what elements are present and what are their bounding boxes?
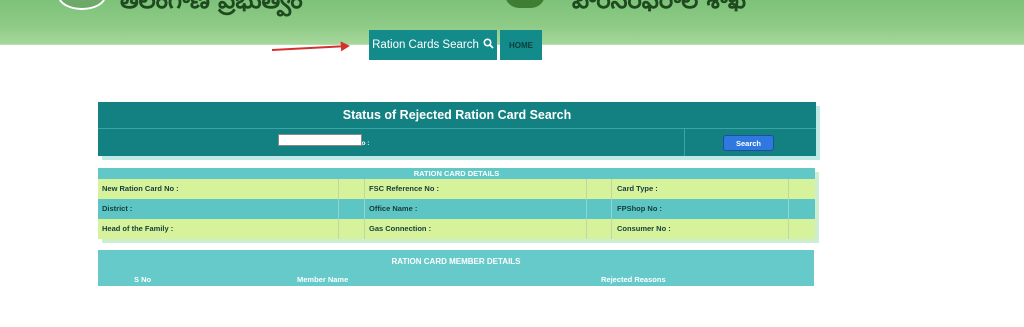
ration-card-no-input[interactable] <box>278 134 362 146</box>
cell-divider <box>788 179 789 199</box>
panel-divider <box>98 128 816 129</box>
ration-card-details-table: RATION CARD DETAILS New Ration Card No :… <box>98 168 815 239</box>
department-logo <box>505 0 545 8</box>
details-row: Head of the Family : Gas Connection : Co… <box>98 219 815 239</box>
state-emblem-logo <box>58 0 106 10</box>
details-row: New Ration Card No : FSC Reference No : … <box>98 179 815 199</box>
search-button[interactable]: Search <box>723 135 774 151</box>
annotation-arrow-nav <box>271 45 348 51</box>
details-row: District : Office Name : FPShop No : <box>98 199 815 219</box>
fpshop-no-label: FPShop No : <box>617 204 662 213</box>
office-name-label: Office Name : <box>369 204 418 213</box>
cell-divider <box>338 199 339 219</box>
cell-divider <box>586 179 587 199</box>
home-label: HOME <box>509 40 533 50</box>
column-header-s-no: S No <box>134 275 152 284</box>
ration-cards-search-button[interactable]: Ration Cards Search <box>369 30 497 60</box>
cell-divider <box>611 179 612 199</box>
ration-cards-search-label: Ration Cards Search <box>372 39 479 51</box>
home-button[interactable]: HOME <box>500 30 542 60</box>
gas-connection-label: Gas Connection : <box>369 224 432 233</box>
cell-divider <box>611 219 612 239</box>
member-details-table: RATION CARD MEMBER DETAILS S No Member N… <box>98 250 814 286</box>
district-label: District : <box>102 204 133 213</box>
cell-divider <box>586 219 587 239</box>
cell-divider <box>788 199 789 219</box>
card-type-label: Card Type : <box>617 184 658 193</box>
fsc-reference-no-label: FSC Reference No : <box>369 184 440 193</box>
search-icon <box>483 38 494 52</box>
cell-divider <box>586 199 587 219</box>
cell-divider <box>338 179 339 199</box>
details-heading: RATION CARD DETAILS <box>98 168 815 179</box>
rejected-search-panel: Status of Rejected Ration Card Search Ra… <box>98 102 816 156</box>
cell-divider <box>338 219 339 239</box>
cell-divider <box>364 219 365 239</box>
cell-divider <box>611 199 612 219</box>
member-details-heading: RATION CARD MEMBER DETAILS <box>391 257 521 266</box>
column-header-member-name: Member Name <box>297 275 349 284</box>
cell-divider <box>364 179 365 199</box>
head-of-family-label: Head of the Family : <box>102 224 174 233</box>
panel-column-divider <box>684 129 685 156</box>
new-ration-card-no-label: New Ration Card No : <box>102 184 179 193</box>
column-header-rejected-reasons: Rejected Reasons <box>601 275 666 284</box>
banner-title-left: తెలంగాణ ప్రభుత్వం <box>120 0 303 14</box>
panel-title: Status of Rejected Ration Card Search <box>342 108 572 122</box>
consumer-no-label: Consumer No : <box>617 224 671 233</box>
banner-title-right: పౌరసరఫరాల శాఖ <box>572 0 746 14</box>
cell-divider <box>364 199 365 219</box>
cell-divider <box>788 219 789 239</box>
